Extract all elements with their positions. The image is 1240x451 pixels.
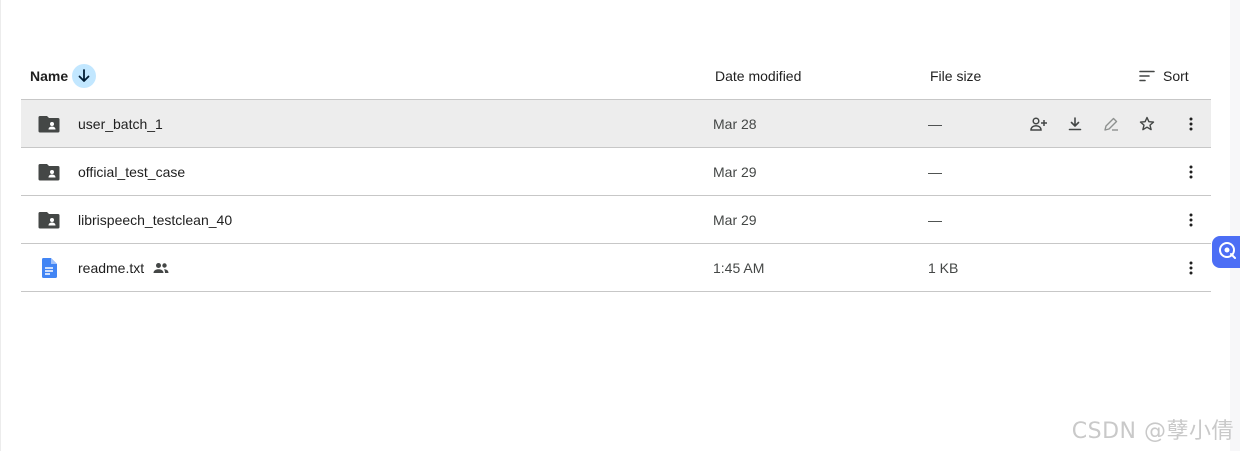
more-actions-button[interactable] <box>1173 148 1209 195</box>
more-vert-icon[interactable] <box>1173 202 1209 238</box>
date-modified-label: Date modified <box>715 67 802 84</box>
rename-icon[interactable] <box>1093 106 1129 142</box>
date-modified-column-header[interactable]: Date modified <box>715 52 801 99</box>
more-actions-button[interactable] <box>1173 244 1209 291</box>
file-size-label: File size <box>930 67 982 84</box>
file-size-column-header[interactable]: File size <box>930 52 981 99</box>
file-date-modified: 1:45 AM <box>713 259 765 276</box>
more-actions-button[interactable] <box>1173 100 1209 147</box>
sort-lines-icon <box>1139 70 1155 82</box>
google-doc-icon <box>41 244 57 291</box>
floating-assistant-button[interactable] <box>1212 236 1240 268</box>
sort-label: Sort <box>1163 67 1189 84</box>
sort-direction-arrow-icon[interactable] <box>72 63 97 88</box>
file-name[interactable]: user_batch_1 <box>78 100 163 147</box>
file-size: — <box>928 115 942 132</box>
chat-assistant-icon <box>1217 240 1237 265</box>
sort-button[interactable]: Sort <box>1139 52 1189 99</box>
download-icon[interactable] <box>1057 106 1093 142</box>
file-row-user-batch-1[interactable]: user_batch_1 Mar 28 — <box>21 100 1211 148</box>
share-icon[interactable] <box>1021 106 1057 142</box>
watermark: CSDN @孽小倩 <box>1071 419 1234 444</box>
file-row-librispeech-testclean-40[interactable]: librispeech_testclean_40 Mar 29 — <box>21 196 1211 244</box>
star-icon[interactable] <box>1129 106 1165 142</box>
more-actions-button[interactable] <box>1173 196 1209 243</box>
file-list: Name Date modified File size Sort user_b… <box>21 52 1211 292</box>
name-column-label: Name <box>30 67 69 84</box>
name-column-header[interactable]: Name <box>30 52 97 99</box>
file-row-official-test-case[interactable]: official_test_case Mar 29 — <box>21 148 1211 196</box>
file-size: 1 KB <box>928 259 959 276</box>
file-name[interactable]: official_test_case <box>78 148 185 195</box>
file-size: — <box>928 211 942 228</box>
more-vert-icon[interactable] <box>1173 106 1209 142</box>
file-name[interactable]: librispeech_testclean_40 <box>78 196 232 243</box>
row-quick-actions <box>1021 100 1165 147</box>
file-list-header: Name Date modified File size Sort <box>21 52 1211 100</box>
file-date-modified: Mar 28 <box>713 115 757 132</box>
file-row-readme-txt[interactable]: readme.txt 1:45 AM 1 KB <box>21 244 1211 292</box>
shared-people-icon <box>153 262 169 274</box>
file-name[interactable]: readme.txt <box>78 260 144 276</box>
more-vert-icon[interactable] <box>1173 154 1209 190</box>
file-date-modified: Mar 29 <box>713 163 757 180</box>
more-vert-icon[interactable] <box>1173 250 1209 286</box>
file-name-wrapper[interactable]: readme.txt <box>78 244 169 291</box>
shared-folder-icon <box>38 148 60 195</box>
file-size: — <box>928 163 942 180</box>
file-date-modified: Mar 29 <box>713 211 757 228</box>
shared-folder-icon <box>38 196 60 243</box>
shared-folder-icon <box>38 100 60 147</box>
